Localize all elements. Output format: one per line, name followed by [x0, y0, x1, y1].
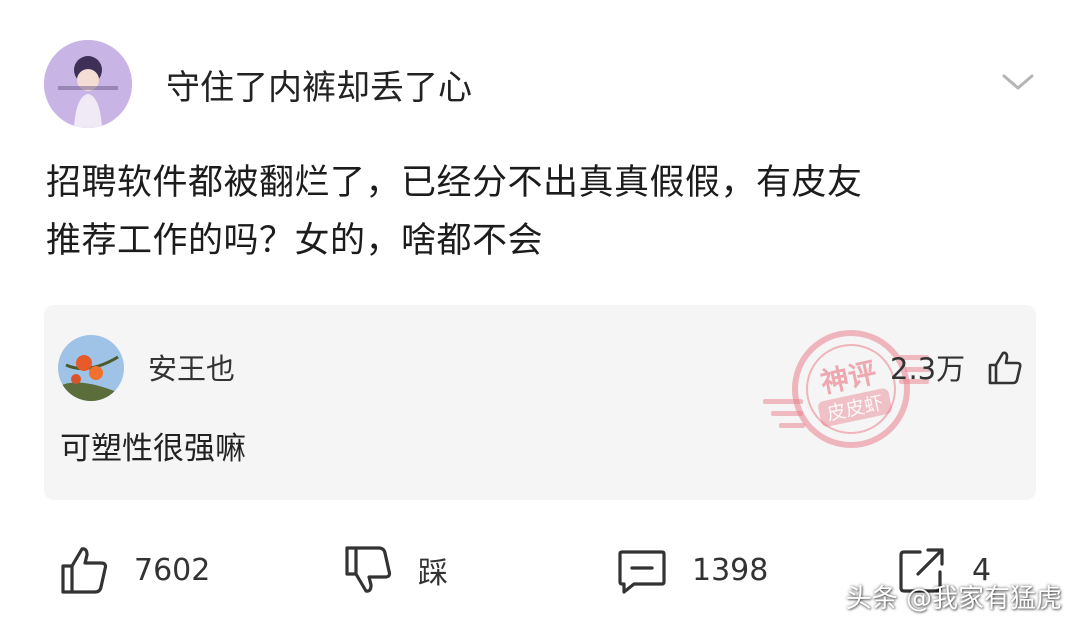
- reply-like-count: 2.3万: [890, 352, 966, 386]
- reply-username[interactable]: 安王也: [148, 351, 235, 387]
- source-watermark: 头条 @我家有猛虎: [845, 584, 1062, 614]
- post-content-line: 招聘软件都被翻烂了，已经分不出真真假假，有皮友: [46, 163, 863, 203]
- dislike-label: 踩: [418, 556, 448, 591]
- dislike-button[interactable]: 踩: [342, 540, 448, 600]
- post-content-line: 推荐工作的吗？女的，啥都不会: [46, 221, 544, 261]
- thumbs-down-icon: [345, 546, 392, 593]
- chevron-down-icon[interactable]: [1000, 70, 1036, 94]
- comment-count: 1398: [692, 552, 769, 588]
- like-count: 7602: [134, 552, 211, 588]
- comment-button[interactable]: 1398: [616, 540, 768, 600]
- post-content: 招聘软件都被翻烂了，已经分不出真真假假，有皮友 推荐工作的吗？女的，啥都不会: [46, 154, 1046, 270]
- reply-avatar[interactable]: [58, 335, 124, 401]
- top-reply-card[interactable]: 安王也 神评 皮皮虾 2.3万 可塑性很强嘛: [44, 305, 1036, 500]
- comment-icon: [618, 550, 666, 594]
- poster-avatar[interactable]: [44, 40, 132, 128]
- thumbs-up-icon: [61, 547, 108, 594]
- like-button[interactable]: 7602: [58, 540, 210, 600]
- reply-content: 可塑性很强嘛: [60, 431, 246, 467]
- thumbs-up-icon[interactable]: [986, 349, 1024, 387]
- poster-username[interactable]: 守住了内裤却丢了心: [166, 66, 472, 110]
- hot-comment-stamp: 神评 皮皮虾: [763, 330, 931, 448]
